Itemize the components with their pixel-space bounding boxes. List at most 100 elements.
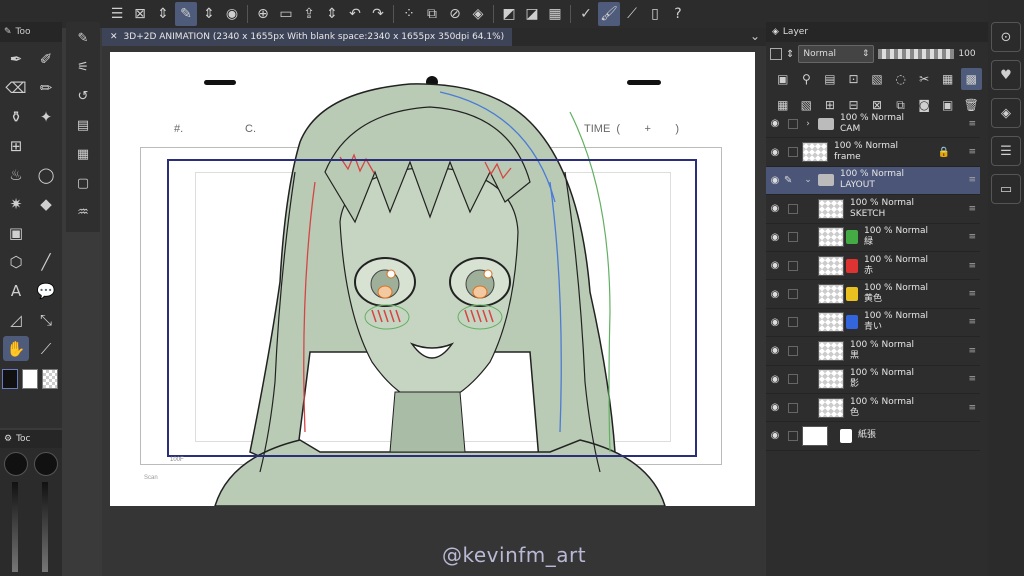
drag-handle-icon[interactable]: ≡ <box>968 374 976 384</box>
blend-square-icon[interactable] <box>770 48 782 60</box>
redo-icon[interactable]: ↷ <box>367 2 389 26</box>
canvas-paper[interactable]: #. C. TIME ( + ) 100F Scan <box>110 52 755 506</box>
layer-lock-toggle[interactable] <box>788 317 798 328</box>
eye-icon[interactable]: ◉ <box>766 203 784 214</box>
text-icon[interactable]: A <box>1 276 31 305</box>
grid-icon[interactable]: ▦ <box>544 2 566 26</box>
drag-handle-icon[interactable]: ≡ <box>968 147 976 157</box>
layer-row-black[interactable]: ◉ 100 % Normal 黒 ≡ <box>766 337 980 366</box>
gradient-icon[interactable]: ▣ <box>1 218 31 247</box>
new-canvas-icon[interactable]: ⊕ <box>252 2 274 26</box>
help-icon[interactable]: ? <box>667 2 689 26</box>
sub-tool-icon[interactable]: ✎ <box>68 24 98 53</box>
layer-row-blue[interactable]: ◉ 100 % Normal 青い ≡ <box>766 309 980 338</box>
eye-icon[interactable]: ◉ <box>766 147 784 158</box>
opacity-value[interactable]: 100 <box>958 49 975 59</box>
drag-handle-icon[interactable]: ≡ <box>968 119 976 129</box>
main-color-swatch[interactable] <box>2 369 18 389</box>
saturation-slider[interactable] <box>42 482 48 572</box>
ink-icon[interactable]: ⚱ <box>1 102 31 131</box>
drag-handle-icon[interactable]: ≡ <box>968 232 976 242</box>
brush-size-icon[interactable]: ▢ <box>68 169 98 198</box>
hand-icon[interactable]: ✋ <box>3 336 29 361</box>
chevron-updown-icon[interactable]: ⇕ <box>321 2 343 26</box>
transform-icon[interactable]: ⊠ <box>129 2 151 26</box>
chevron-updown-icon[interactable]: ⇕ <box>198 2 220 26</box>
eye-icon[interactable]: ◉ <box>766 175 784 186</box>
undo-icon[interactable]: ↶ <box>344 2 366 26</box>
layer-row-cam[interactable]: ◉ › 100 % Normal CAM ≡ <box>766 110 980 139</box>
layer-lock-toggle[interactable] <box>788 203 798 214</box>
layer-row-green[interactable]: ◉ 100 % Normal 緑 ≡ <box>766 224 980 252</box>
layer-row-shadow[interactable]: ◉ 100 % Normal 影 ≡ <box>766 366 980 394</box>
clip-icon[interactable]: ▣ <box>772 68 794 90</box>
navigator-icon[interactable]: ↺ <box>68 82 98 111</box>
eye-icon[interactable]: ◉ <box>766 118 784 129</box>
opacity-slider[interactable] <box>878 49 955 59</box>
mask-icon[interactable]: ◌ <box>890 68 912 90</box>
chevron-right-icon[interactable]: › <box>802 119 814 129</box>
brush-icon[interactable]: 🖌 <box>598 2 620 26</box>
pencil-icon[interactable]: ✏ <box>31 73 61 102</box>
chevron-updown-icon[interactable]: ⇕ <box>786 49 794 60</box>
layer-lock-toggle[interactable] <box>788 260 798 271</box>
layer-lock-toggle[interactable] <box>788 289 798 300</box>
menu-icon[interactable]: ☰ <box>106 2 128 26</box>
color-circle-sub[interactable] <box>34 452 58 476</box>
eraser-icon[interactable]: ⌫ <box>1 73 31 102</box>
layer-row-layout[interactable]: ◉ ✎ ⌄ 100 % Normal LAYOUT ≡ <box>766 166 980 196</box>
drag-handle-icon[interactable]: ≡ <box>968 175 976 185</box>
layer-color-icon[interactable]: ▩ <box>960 68 983 90</box>
stabilizer-icon[interactable]: ✓ <box>575 2 597 26</box>
layer-row-sketch[interactable]: ◉ 100 % Normal SKETCH ≡ <box>766 195 980 224</box>
layer-props-icon[interactable]: ◈ <box>991 98 1021 128</box>
drag-handle-icon[interactable]: ≡ <box>968 289 976 299</box>
magic-wand-icon[interactable]: ✷ <box>1 189 31 218</box>
drag-handle-icon[interactable]: ≡ <box>968 346 976 356</box>
copy-icon[interactable]: ⧉ <box>421 2 443 26</box>
timeline-icon[interactable]: ▭ <box>991 174 1021 204</box>
mask-icon[interactable]: ◪ <box>521 2 543 26</box>
material-icon[interactable]: ▦ <box>68 140 98 169</box>
settings-sliders-icon[interactable]: ⚟ <box>68 53 98 82</box>
layer-lock-toggle[interactable] <box>788 374 798 385</box>
open-folder-icon[interactable]: ▭ <box>275 2 297 26</box>
drag-handle-icon[interactable]: ≡ <box>968 403 976 413</box>
chevron-down-icon[interactable]: ⌄ <box>750 29 760 43</box>
draft-icon[interactable]: ▧ <box>866 68 888 90</box>
drag-handle-icon[interactable]: ≡ <box>968 261 976 271</box>
drag-handle-icon[interactable]: ≡ <box>968 204 976 214</box>
chevron-updown-icon[interactable]: ⇕ <box>152 2 174 26</box>
eye-icon[interactable]: ◉ <box>766 374 784 385</box>
reference-icon[interactable]: ⚲ <box>796 68 818 90</box>
chevron-down-icon[interactable]: ⌄ <box>802 175 814 185</box>
layer-row-yellow[interactable]: ◉ 100 % Normal 黄色 ≡ <box>766 280 980 309</box>
canvas-area[interactable]: #. C. TIME ( + ) 100F Scan @kevinfm_art <box>102 46 766 576</box>
layer-lock-toggle[interactable] <box>788 147 798 158</box>
close-icon[interactable]: ✕ <box>110 32 118 42</box>
clear-icon[interactable]: ⊘ <box>444 2 466 26</box>
color-circle-main[interactable] <box>4 452 28 476</box>
palette-color-icon[interactable]: ▦ <box>937 68 959 90</box>
pen-tool-icon[interactable]: ✎ <box>175 2 197 26</box>
fill-bucket-icon[interactable]: ◆ <box>31 189 61 218</box>
ruler-icon[interactable]: ◩ <box>498 2 520 26</box>
eye-icon[interactable]: ◉ <box>766 260 784 271</box>
color-mix-icon[interactable]: ♒ <box>68 198 98 227</box>
value-slider[interactable] <box>12 482 18 572</box>
layer-lock-toggle[interactable] <box>788 118 798 129</box>
layer-lock-toggle[interactable] <box>788 345 798 356</box>
eyedropper-icon[interactable]: ⟋ <box>31 334 61 363</box>
layer-lock-toggle[interactable] <box>788 402 798 413</box>
eye-icon[interactable]: ◉ <box>766 402 784 413</box>
balloon-icon[interactable]: 💬 <box>31 276 61 305</box>
lock-transparency-icon[interactable]: ▤ <box>819 68 841 90</box>
layer-row-color[interactable]: ◉ 100 % Normal 色 ≡ <box>766 394 980 423</box>
mesh-icon[interactable]: ⊞ <box>1 131 31 160</box>
document-tab[interactable]: ✕ 3D+2D ANIMATION (2340 x 1655px With bl… <box>102 28 513 46</box>
eye-icon[interactable]: ◉ <box>766 317 784 328</box>
device-icon[interactable]: ▯ <box>644 2 666 26</box>
eye-icon[interactable]: ◉ <box>766 430 784 441</box>
blend-icon[interactable]: ♨ <box>1 160 31 189</box>
operation-icon[interactable]: ⤡ <box>31 305 61 334</box>
